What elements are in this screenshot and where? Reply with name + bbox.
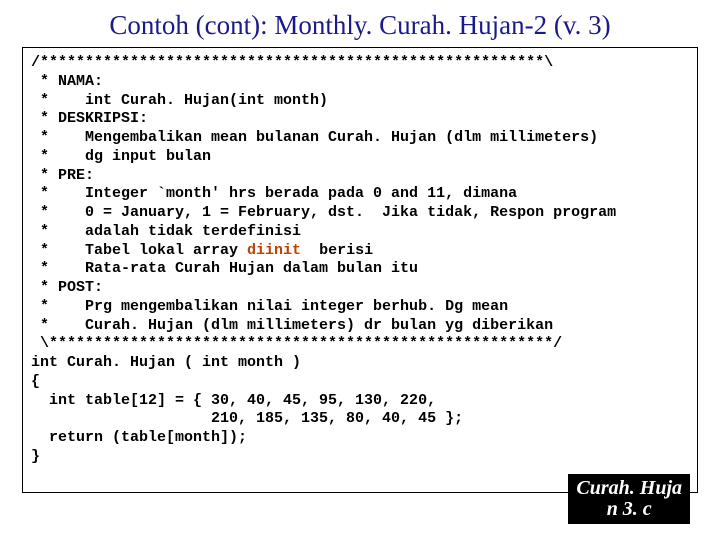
- code-line: return (table[month]);: [31, 429, 247, 446]
- filename-line2: n 3. c: [607, 498, 652, 520]
- code-line: /***************************************…: [31, 54, 553, 71]
- code-line: * Prg mengembalikan nilai integer berhub…: [31, 298, 508, 315]
- filename-label: Curah. Huja n 3. c: [568, 474, 690, 524]
- code-line: * Tabel lokal array: [31, 242, 247, 259]
- filename-line1: Curah. Huja: [576, 477, 682, 499]
- code-line: * 0 = January, 1 = February, dst. Jika t…: [31, 204, 616, 221]
- code-box: /***************************************…: [22, 47, 698, 493]
- code-line: * POST:: [31, 279, 103, 296]
- code-line: {: [31, 373, 40, 390]
- code-line: * Rata-rata Curah Hujan dalam bulan itu: [31, 260, 418, 277]
- code-line: * Curah. Hujan (dlm millimeters) dr bula…: [31, 317, 553, 334]
- slide-title: Contoh (cont): Monthly. Curah. Hujan-2 (…: [0, 0, 720, 47]
- code-line: * Mengembalikan mean bulanan Curah. Huja…: [31, 129, 598, 146]
- code-line: * Integer `month' hrs berada pada 0 and …: [31, 185, 517, 202]
- code-line: * NAMA:: [31, 73, 103, 90]
- code-line: int table[12] = { 30, 40, 45, 95, 130, 2…: [31, 392, 436, 409]
- code-line: * int Curah. Hujan(int month): [31, 92, 328, 109]
- code-line: * DESKRIPSI:: [31, 110, 148, 127]
- code-block: /***************************************…: [31, 54, 689, 467]
- code-highlight: diinit: [247, 242, 301, 259]
- code-line: 210, 185, 135, 80, 40, 45 };: [31, 410, 463, 427]
- code-line: berisi: [301, 242, 373, 259]
- code-line: \***************************************…: [31, 335, 562, 352]
- code-line: }: [31, 448, 40, 465]
- code-line: * dg input bulan: [31, 148, 211, 165]
- code-line: * PRE:: [31, 167, 94, 184]
- code-line: * adalah tidak terdefinisi: [31, 223, 301, 240]
- code-line: int Curah. Hujan ( int month ): [31, 354, 301, 371]
